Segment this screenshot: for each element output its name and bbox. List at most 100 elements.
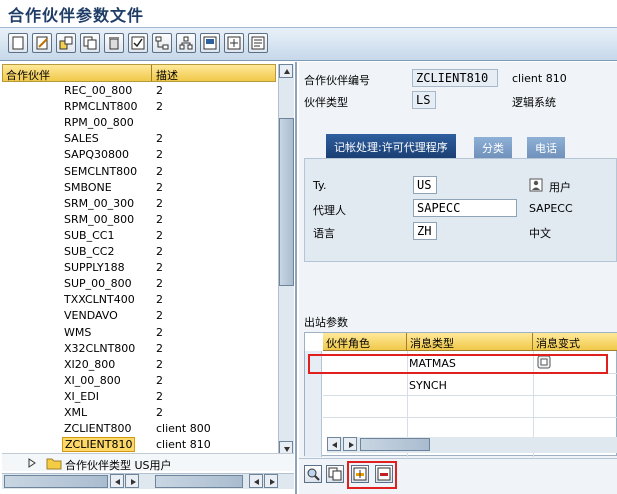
tree-row[interactable]: SUP_00_800 2 — [2, 276, 276, 292]
tree-row[interactable]: ZCLIENT800 client 800 — [2, 421, 276, 437]
scroll-right-icon[interactable] — [343, 437, 357, 451]
tab-telephone[interactable]: 电话 — [527, 137, 565, 158]
partner-name[interactable]: SAPQ30800 — [64, 148, 129, 161]
tree-row[interactable]: SUB_CC1 2 — [2, 228, 276, 244]
tree-row[interactable]: XI20_800 2 — [2, 357, 276, 373]
copy-icon[interactable] — [80, 33, 100, 53]
expand-triangle-icon[interactable] — [28, 458, 36, 471]
tree-row[interactable]: REC_00_800 2 — [2, 83, 276, 99]
partner-type-field[interactable]: LS — [412, 91, 436, 109]
scroll-right-icon[interactable] — [125, 474, 139, 488]
tree-row[interactable]: XML 2 — [2, 405, 276, 421]
delete-icon[interactable] — [104, 33, 124, 53]
row2-msgtype[interactable]: SYNCH — [409, 379, 447, 392]
ty-field[interactable]: US — [413, 176, 437, 194]
partner-desc: 2 — [156, 212, 163, 226]
add-icon[interactable] — [224, 33, 244, 53]
tree-row[interactable]: SRM_00_300 2 — [2, 196, 276, 212]
partner-name[interactable]: ZCLIENT800 — [64, 422, 131, 435]
partner-name[interactable]: VENDAVO — [64, 309, 118, 322]
partner-no-desc: client 810 — [512, 72, 567, 85]
lang-field[interactable]: ZH — [413, 222, 437, 240]
col-role-header[interactable]: 伙伴角色 — [323, 333, 407, 351]
partner-desc: 2 — [156, 341, 163, 355]
copy-row-icon[interactable] — [326, 465, 344, 483]
tree-row[interactable]: XI_EDI 2 — [2, 389, 276, 405]
partner-desc: 2 — [156, 164, 163, 178]
partner-name[interactable]: SALES — [64, 132, 99, 145]
column-divider[interactable] — [151, 65, 152, 81]
hscroll-thumb-left[interactable] — [4, 475, 108, 488]
tree-row[interactable]: TXXCLNT400 2 — [2, 292, 276, 308]
edit-icon[interactable] — [32, 33, 52, 53]
check-icon[interactable] — [128, 33, 148, 53]
tree-row[interactable]: X32CLNT800 2 — [2, 341, 276, 357]
hierarchy-icon[interactable] — [152, 33, 172, 53]
agent-field[interactable]: SAPECC — [413, 199, 517, 217]
partner-no-field[interactable]: ZCLIENT810 — [412, 69, 498, 87]
partner-name[interactable]: SRM_00_300 — [64, 197, 134, 210]
partner-desc: 2 — [156, 389, 163, 403]
tree-row[interactable]: XI_00_800 2 — [2, 373, 276, 389]
new-icon[interactable] — [8, 33, 28, 53]
partner-type-folder[interactable]: 合作伙伴类型 US用户 — [2, 453, 294, 472]
partner-name[interactable]: WMS — [64, 326, 91, 339]
tree-row[interactable]: VENDAVO 2 — [2, 308, 276, 324]
partner-name[interactable]: XI_EDI — [64, 390, 99, 403]
tree-header: 合作伙伴 描述 — [2, 64, 276, 82]
tree-row[interactable]: SAPQ30800 2 — [2, 147, 276, 163]
tab-classification[interactable]: 分类 — [474, 137, 512, 158]
scroll-left-icon[interactable] — [327, 437, 341, 451]
user-icon — [529, 178, 543, 194]
tree-row[interactable]: RPM_00_800 — [2, 115, 276, 131]
print-icon[interactable] — [248, 33, 268, 53]
scroll-left-icon[interactable] — [249, 474, 263, 488]
tree-row[interactable]: RPMCLNT800 2 — [2, 99, 276, 115]
tree-row[interactable]: SALES 2 — [2, 131, 276, 147]
tree-row[interactable]: ZCLIENT810 client 810 — [2, 437, 276, 453]
col-desc-header[interactable]: 描述 — [156, 67, 178, 83]
scroll-thumb[interactable] — [279, 118, 294, 286]
partner-name[interactable]: SUP_00_800 — [64, 277, 132, 290]
tree-row[interactable]: SMBONE 2 — [2, 180, 276, 196]
tree-horizontal-scrollbar[interactable] — [2, 473, 294, 489]
table-horizontal-scrollbar[interactable] — [327, 437, 617, 453]
display-icon[interactable] — [200, 33, 220, 53]
partner-name[interactable]: XI20_800 — [64, 358, 115, 371]
tree-vertical-scrollbar[interactable] — [278, 64, 294, 456]
col-partner-header[interactable]: 合作伙伴 — [6, 67, 50, 83]
scroll-up-icon[interactable] — [279, 64, 293, 78]
partner-name[interactable]: REC_00_800 — [64, 84, 132, 97]
scroll-right-icon[interactable] — [264, 474, 278, 488]
partner-type-desc: 逻辑系统 — [512, 96, 556, 109]
partner-name[interactable]: SUPPLY188 — [64, 261, 125, 274]
partner-name[interactable]: RPM_00_800 — [64, 116, 134, 129]
partner-name[interactable]: XI_00_800 — [64, 374, 121, 387]
partner-name[interactable]: SRM_00_800 — [64, 213, 134, 226]
scroll-left-icon[interactable] — [110, 474, 124, 488]
tab-posting[interactable]: 记帐处理:许可代理程序 — [326, 134, 456, 158]
hscroll-thumb-desc[interactable] — [155, 475, 243, 488]
partner-name[interactable]: SMBONE — [64, 181, 112, 194]
partner-name[interactable]: SEMCLNT800 — [64, 165, 137, 178]
table-scroll-thumb[interactable] — [360, 438, 430, 451]
partner-name[interactable]: SUB_CC1 — [64, 229, 114, 242]
tree-row[interactable]: WMS 2 — [2, 325, 276, 341]
partner-name[interactable]: SUB_CC2 — [64, 245, 114, 258]
row-divider — [323, 417, 617, 418]
tree-row[interactable]: SUB_CC2 2 — [2, 244, 276, 260]
partner-name[interactable]: X32CLNT800 — [64, 342, 135, 355]
tree-row[interactable]: SRM_00_800 2 — [2, 212, 276, 228]
partner-name[interactable]: TXXCLNT400 — [64, 293, 135, 306]
save-variant-icon[interactable] — [56, 33, 76, 53]
tree-row[interactable]: SEMCLNT800 2 — [2, 164, 276, 180]
partner-name[interactable]: RPMCLNT800 — [64, 100, 138, 113]
tree-row[interactable]: SUPPLY188 2 — [2, 260, 276, 276]
partner-name[interactable]: ZCLIENT810 — [62, 437, 136, 453]
col-msgtype-header[interactable]: 消息类型 — [407, 333, 533, 351]
structure-icon[interactable] — [176, 33, 196, 53]
partner-name[interactable]: XML — [64, 406, 87, 419]
partner-desc: 2 — [156, 245, 163, 258]
details-icon[interactable] — [304, 465, 322, 483]
col-variant-header[interactable]: 消息变式 — [533, 333, 617, 351]
